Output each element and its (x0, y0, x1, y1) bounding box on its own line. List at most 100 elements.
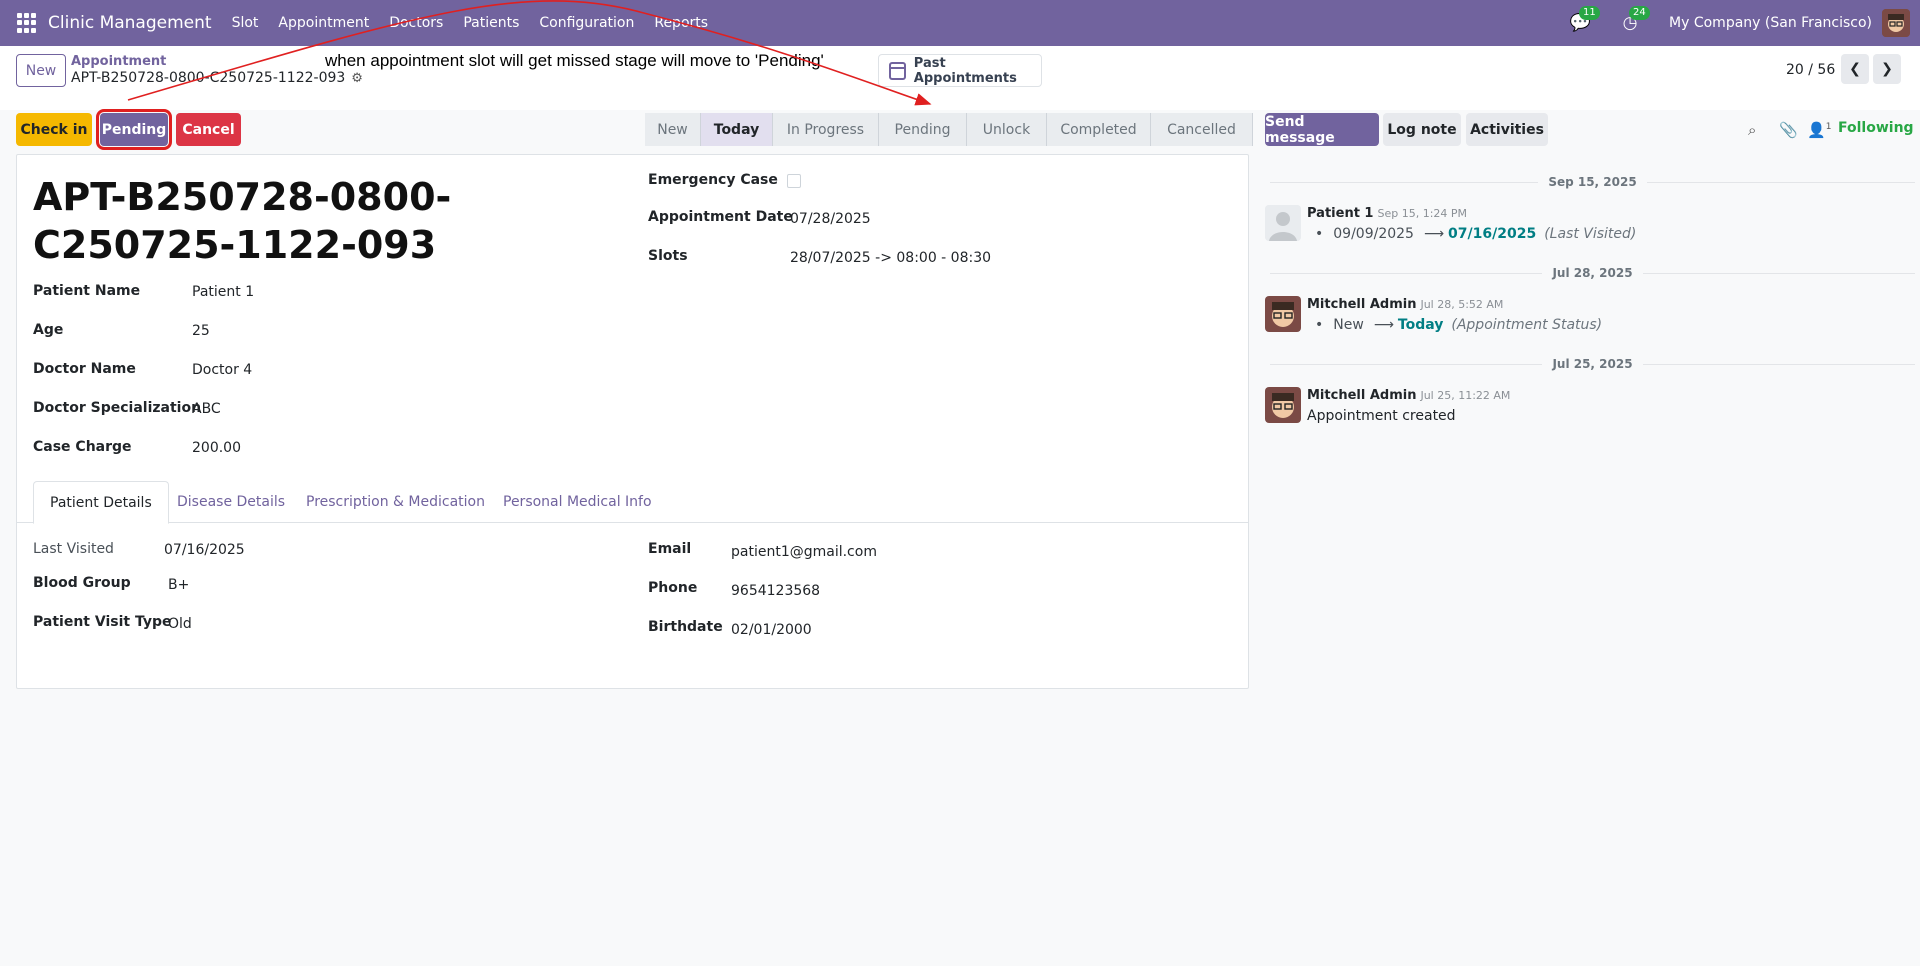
message-time: Jul 28, 5:52 AM (1420, 298, 1504, 311)
activities-badge: 24 (1629, 6, 1650, 20)
tab-disease-details[interactable]: Disease Details (161, 481, 301, 523)
tab-patient-details[interactable]: Patient Details (33, 481, 169, 524)
birthdate-label: Birthdate (648, 619, 723, 635)
gear-icon[interactable]: ⚙ (351, 71, 363, 86)
slots-field[interactable]: 28/07/2025 -> 08:00 - 08:30 (790, 250, 991, 266)
tracking-value: • 09/09/2025 ⟶ 07/16/2025 (Last Visited) (1315, 226, 1637, 242)
stage-pipeline: New Today In Progress Pending Unlock Com… (645, 113, 1253, 146)
top-navbar: Clinic Management Slot Appointment Docto… (0, 0, 1920, 46)
tracked-field: (Last Visited) (1544, 226, 1637, 242)
doctor-specialization-field[interactable]: ABC (192, 401, 221, 417)
email-field[interactable]: patient1@gmail.com (731, 544, 877, 560)
message-author: Patient 1 Sep 15, 1:24 PM (1307, 206, 1467, 221)
date-separator: Sep 15, 2025 (1270, 172, 1916, 192)
doctor-name-label: Doctor Name (33, 361, 136, 377)
activities-icon[interactable]: ◷ 24 (1619, 6, 1650, 34)
message-author-name: Mitchell Admin (1307, 388, 1417, 403)
activities-button[interactable]: Activities (1466, 113, 1548, 146)
followers-icon[interactable]: 👤1 (1807, 121, 1831, 139)
following-button[interactable]: Following (1838, 120, 1914, 136)
appointment-date-field[interactable]: 07/28/2025 (790, 211, 871, 227)
pager-next-button[interactable]: ❯ (1873, 54, 1901, 84)
check-in-button[interactable]: Check in (16, 113, 92, 146)
patient-name-label: Patient Name (33, 283, 141, 299)
menu-reports[interactable]: Reports (644, 15, 718, 31)
stage-cancelled[interactable]: Cancelled (1151, 113, 1253, 146)
pending-button[interactable]: Pending (96, 109, 172, 150)
notebook-tabs: Patient Details Disease Details Prescrip… (17, 481, 1248, 524)
stage-new[interactable]: New (645, 113, 701, 146)
chevron-left-icon: ❮ (1849, 61, 1861, 77)
phone-field[interactable]: 9654123568 (731, 583, 820, 599)
last-visited-label: Last Visited (33, 541, 114, 557)
appointment-date-label: Appointment Date (648, 209, 793, 225)
paperclip-icon[interactable]: 📎 (1779, 121, 1798, 139)
blood-group-label: Blood Group (33, 575, 131, 591)
last-visited-field[interactable]: 07/16/2025 (164, 542, 245, 558)
annotation-text: when appointment slot will get missed st… (325, 51, 824, 70)
case-charge-field[interactable]: 200.00 (192, 440, 241, 456)
apps-menu-icon[interactable] (17, 13, 37, 33)
email-label: Email (648, 541, 692, 557)
search-icon[interactable]: ⌕ (1748, 121, 1756, 139)
record-title: APT-B250728-0800-C250725-1122-093 (33, 175, 452, 267)
new-button[interactable]: New (16, 54, 66, 87)
arrow-right-icon: ⟶ (1423, 226, 1445, 242)
date-separator-label: Jul 28, 2025 (1552, 266, 1633, 280)
date-separator-label: Sep 15, 2025 (1548, 175, 1637, 189)
emergency-case-label: Emergency Case (648, 172, 778, 188)
menu-appointment[interactable]: Appointment (268, 15, 379, 31)
messages-icon[interactable]: 💬 11 (1569, 6, 1600, 34)
new-value: 07/16/2025 (1448, 226, 1537, 242)
tab-prescription-medication[interactable]: Prescription & Medication (290, 481, 501, 523)
breadcrumb-parent[interactable]: Appointment (71, 54, 166, 69)
date-separator: Jul 25, 2025 (1270, 354, 1916, 374)
menu-doctors[interactable]: Doctors (379, 15, 453, 31)
send-message-button[interactable]: Send message (1265, 113, 1379, 146)
patient-name-field[interactable]: Patient 1 (192, 284, 254, 300)
patient-visit-type-label: Patient Visit Type (33, 614, 172, 630)
tab-personal-medical-info[interactable]: Personal Medical Info (487, 481, 668, 523)
company-switcher[interactable]: My Company (San Francisco) (1669, 15, 1872, 31)
message-author-name: Patient 1 (1307, 206, 1374, 221)
pager-previous-button[interactable]: ❮ (1841, 54, 1869, 84)
calendar-icon (889, 61, 906, 80)
stage-pending[interactable]: Pending (879, 113, 967, 146)
message-author-name: Mitchell Admin (1307, 297, 1417, 312)
chatter-panel: Send message Log note Activities ⌕ 📎 👤1 … (1250, 110, 1920, 966)
past-appointments-button[interactable]: Past Appointments (878, 54, 1042, 87)
age-field[interactable]: 25 (192, 323, 210, 339)
avatar[interactable] (1265, 205, 1301, 241)
stage-today[interactable]: Today (701, 113, 773, 146)
blood-group-field[interactable]: B+ (168, 577, 189, 593)
date-separator: Jul 28, 2025 (1270, 263, 1916, 283)
menu-slot[interactable]: Slot (222, 15, 269, 31)
cancel-button[interactable]: Cancel (176, 113, 241, 146)
avatar[interactable] (1265, 387, 1301, 423)
navbar-systray: 💬 11 ◷ 24 My Company (San Francisco) (1569, 0, 1920, 46)
user-avatar[interactable] (1882, 9, 1910, 37)
followers-count: 1 (1825, 122, 1832, 132)
log-note-button[interactable]: Log note (1383, 113, 1461, 146)
message-author: Mitchell Admin Jul 25, 11:22 AM (1307, 388, 1510, 403)
case-charge-label: Case Charge (33, 439, 132, 455)
pager-value[interactable]: 20 / 56 (1786, 62, 1835, 78)
menu-patients[interactable]: Patients (453, 15, 529, 31)
patient-visit-type-field[interactable]: Old (168, 616, 192, 632)
stage-in-progress[interactable]: In Progress (773, 113, 879, 146)
tracked-field: (Appointment Status) (1451, 317, 1603, 333)
emergency-case-checkbox[interactable] (787, 174, 801, 188)
new-value: Today (1397, 317, 1444, 333)
menu-configuration[interactable]: Configuration (529, 15, 644, 31)
messages-badge: 11 (1579, 6, 1600, 20)
stage-completed[interactable]: Completed (1047, 113, 1151, 146)
birthdate-field[interactable]: 02/01/2000 (731, 622, 812, 638)
app-brand[interactable]: Clinic Management (48, 13, 212, 33)
doctor-name-field[interactable]: Doctor 4 (192, 362, 252, 378)
avatar[interactable] (1265, 296, 1301, 332)
tracking-value: • New ⟶ Today (Appointment Status) (1315, 317, 1603, 333)
past-appointments-label: Past Appointments (913, 55, 1017, 86)
stage-unlock[interactable]: Unlock (967, 113, 1047, 146)
message-time: Jul 25, 11:22 AM (1420, 389, 1511, 402)
message-time: Sep 15, 1:24 PM (1377, 207, 1468, 220)
